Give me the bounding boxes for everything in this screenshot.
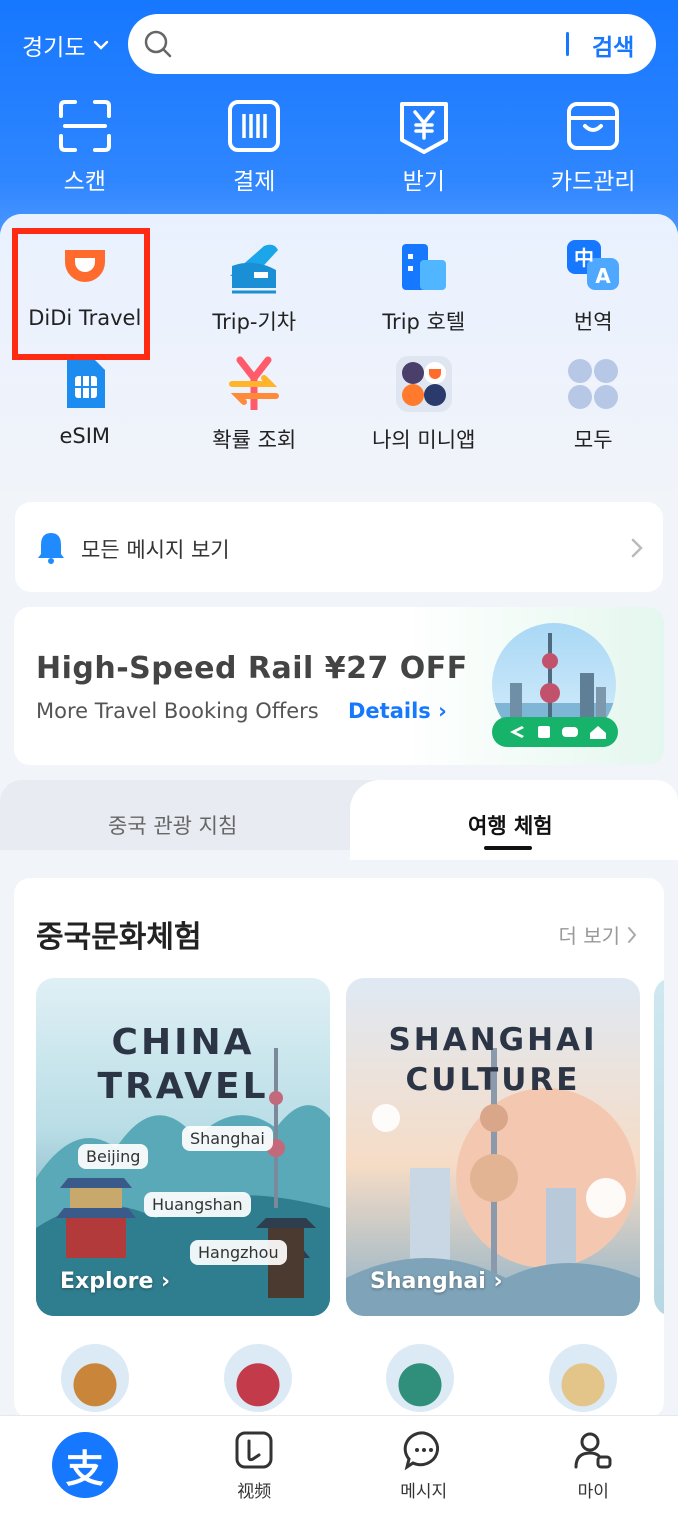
receive-label: 받기 xyxy=(403,162,445,196)
mini-item[interactable] xyxy=(502,1344,665,1412)
tile-title-line1: CHINA xyxy=(36,1022,330,1063)
chevron-down-icon xyxy=(91,35,111,55)
shanghai-culture-tile[interactable]: SHANGHAI CULTURE Shanghai › xyxy=(346,978,640,1316)
profile-icon xyxy=(572,1429,614,1471)
all-messages-row[interactable]: 모든 메시지 보기 xyxy=(15,502,663,592)
scan-icon xyxy=(55,96,115,156)
tab-china-guide-label: 중국 관광 지침 xyxy=(108,810,237,840)
my-mini-apps-icon xyxy=(394,354,454,414)
service-label: Trip-기차 xyxy=(212,306,296,336)
see-more-link[interactable]: 더 보기 xyxy=(558,920,638,949)
tab-travel-experience-label: 여행 체험 xyxy=(468,810,553,840)
nav-home[interactable]: 支 xyxy=(0,1416,170,1514)
pay-button[interactable]: 결제 xyxy=(170,96,340,196)
travel-modes-pill xyxy=(492,717,618,747)
service-exchange-rate[interactable]: 확률 조회 xyxy=(170,354,340,454)
card-management-label: 카드관리 xyxy=(551,162,636,196)
message-icon xyxy=(403,1429,445,1471)
shanghai-link[interactable]: Shanghai › xyxy=(370,1269,503,1294)
search-button[interactable]: 검색 xyxy=(592,28,634,62)
section-heading: 중국문화체험 xyxy=(36,912,202,956)
mini-thumbnails xyxy=(14,1344,664,1412)
service-label: Trip 호텔 xyxy=(382,306,465,336)
scan-button[interactable]: 스캔 xyxy=(0,96,170,196)
nav-profile[interactable]: 마이 xyxy=(509,1416,678,1514)
barcode-pay-icon xyxy=(224,96,284,156)
nav-profile-label: 마이 xyxy=(578,1477,609,1502)
service-label: 모두 xyxy=(574,424,613,454)
top-bar: 경기도 검색 xyxy=(0,14,678,74)
service-trip-hotel[interactable]: Trip 호텔 xyxy=(339,236,509,336)
didi-travel-highlight-box xyxy=(12,228,150,360)
chevron-right-icon xyxy=(629,536,645,560)
mini-item[interactable] xyxy=(14,1344,177,1412)
active-tab-indicator xyxy=(484,846,532,850)
service-translate[interactable]: 中A 번역 xyxy=(509,236,678,336)
search-bar[interactable]: 검색 xyxy=(128,14,656,74)
service-all[interactable]: 모두 xyxy=(509,354,678,454)
train-icon xyxy=(224,236,284,296)
mini-item[interactable] xyxy=(339,1344,502,1412)
svg-text:中: 中 xyxy=(574,246,594,270)
banner-subtitle: More Travel Booking Offers xyxy=(36,699,319,723)
alipay-home-icon: 支 xyxy=(52,1432,118,1498)
culture-section: 중국문화체험 더 보기 CHINA TRAVEL Shanghai Beijin… xyxy=(14,878,664,1418)
nav-messages[interactable]: 메시지 xyxy=(339,1416,509,1514)
rail-promo-banner[interactable]: High-Speed Rail ¥27 OFF More Travel Book… xyxy=(14,607,664,765)
svg-text:A: A xyxy=(596,264,612,288)
pavilion-thumbnail xyxy=(386,1344,454,1412)
service-label: eSIM xyxy=(59,424,110,448)
see-more-label: 더 보기 xyxy=(558,920,620,949)
service-label: 번역 xyxy=(574,306,613,336)
service-trip-train[interactable]: Trip-기차 xyxy=(170,236,340,336)
nav-video-label: 视频 xyxy=(237,1477,271,1502)
opera-mask-thumbnail xyxy=(224,1344,292,1412)
translate-icon: 中A xyxy=(563,236,623,296)
region-selector[interactable]: 경기도 xyxy=(22,28,111,62)
pagoda-thumbnail xyxy=(61,1344,129,1412)
service-label: 나의 미니앱 xyxy=(372,424,475,454)
search-divider xyxy=(566,32,569,56)
bottom-navigation: 支 视频 메시지 마이 xyxy=(0,1415,678,1514)
tag-shanghai: Shanghai xyxy=(182,1126,273,1151)
nav-video[interactable]: 视频 xyxy=(170,1416,340,1514)
all-messages-label: 모든 메시지 보기 xyxy=(81,534,230,564)
tag-huangshan: Huangshan xyxy=(144,1192,251,1217)
scroll-thumbnail xyxy=(549,1344,617,1412)
scan-label: 스캔 xyxy=(64,162,106,196)
exchange-rate-icon xyxy=(224,354,284,414)
wallet-card-icon xyxy=(563,96,623,156)
region-label: 경기도 xyxy=(22,28,85,62)
quick-actions: 스캔 결제 받기 카드관리 xyxy=(0,96,678,196)
esim-icon xyxy=(55,354,115,414)
card-management-button[interactable]: 카드관리 xyxy=(509,96,678,196)
nav-messages-label: 메시지 xyxy=(400,1477,447,1502)
mini-item[interactable] xyxy=(177,1344,340,1412)
video-icon xyxy=(233,1429,275,1471)
hotel-icon xyxy=(394,236,454,296)
chevron-right-icon xyxy=(626,925,638,945)
tile-title-line1: SHANGHAI xyxy=(346,1022,640,1058)
receive-button[interactable]: 받기 xyxy=(339,96,509,196)
content-tabs: 중국 관광 지침 여행 체험 xyxy=(0,780,678,860)
search-icon xyxy=(142,28,174,60)
explore-link[interactable]: Explore › xyxy=(60,1269,170,1294)
bell-icon xyxy=(35,530,67,564)
banner-title: High-Speed Rail ¥27 OFF xyxy=(36,651,468,686)
service-label: 확률 조회 xyxy=(212,424,296,454)
tile-title-line2: TRAVEL xyxy=(36,1066,330,1107)
service-esim[interactable]: eSIM xyxy=(0,354,170,454)
tag-hangzhou: Hangzhou xyxy=(190,1240,287,1265)
yuan-receive-icon xyxy=(394,96,454,156)
china-travel-tile[interactable]: CHINA TRAVEL Shanghai Beijing Huangshan … xyxy=(36,978,330,1316)
pay-label: 결제 xyxy=(233,162,275,196)
tile-title-line2: CULTURE xyxy=(346,1062,640,1098)
all-apps-icon xyxy=(563,354,623,414)
next-tile-peek[interactable] xyxy=(654,978,664,1316)
banner-details-link[interactable]: Details › xyxy=(348,699,447,723)
service-my-mini-apps[interactable]: 나의 미니앱 xyxy=(339,354,509,454)
tag-beijing: Beijing xyxy=(78,1144,148,1169)
